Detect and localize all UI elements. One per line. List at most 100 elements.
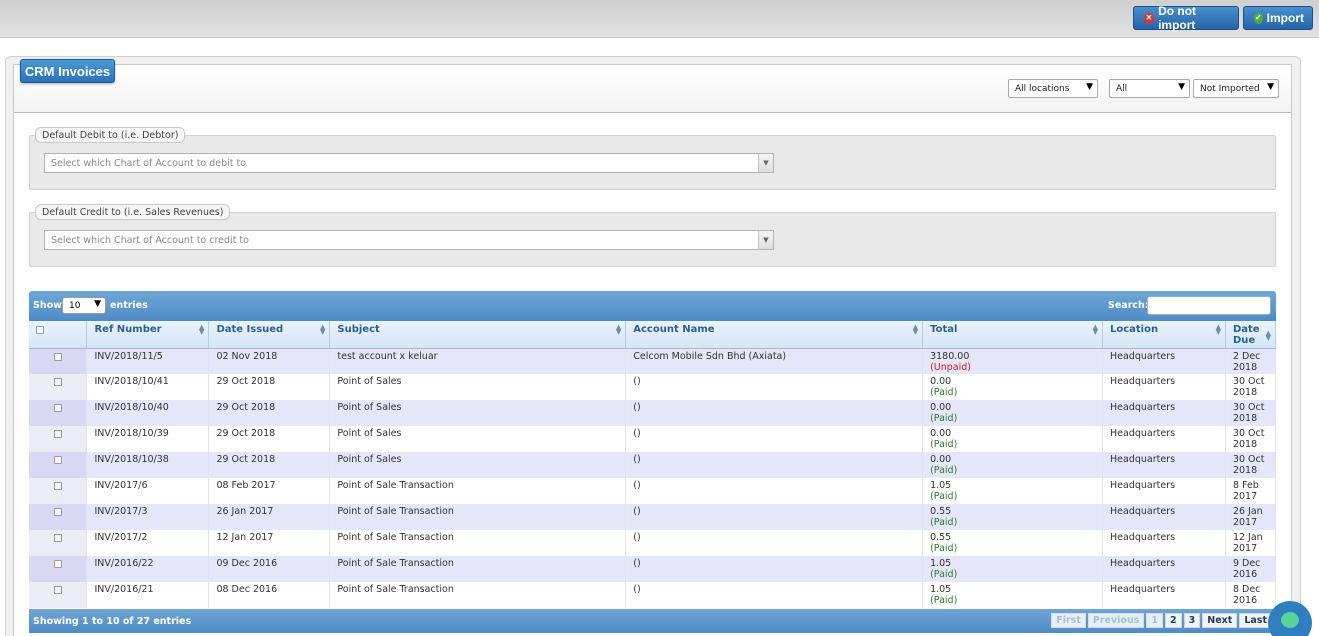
row-checkbox[interactable]: [53, 482, 62, 490]
table-row[interactable]: INV/2017/3 26 Jan 2017 Point of Sale Trans…: [29, 504, 1277, 530]
total-cell: 1.05 (Paid): [922, 582, 1103, 608]
row-checkbox[interactable]: [53, 404, 62, 412]
location-filter-select[interactable]: All locations ▼: [1008, 79, 1098, 98]
sort-icon: ▲ ▼: [199, 323, 205, 336]
pager-next[interactable]: Next: [1202, 613, 1238, 628]
date-issued-cell: 09 Dec 2016: [208, 556, 331, 582]
table-row[interactable]: INV/2016/22 09 Dec 2016 Point of Sale Tran…: [29, 556, 1277, 582]
pager-page-1[interactable]: 1: [1146, 613, 1163, 628]
col-location-label: Location: [1109, 324, 1159, 335]
row-checkbox[interactable]: [53, 430, 62, 438]
select-all-checkbox[interactable]: [36, 326, 44, 334]
import-state-filter-select[interactable]: Not Imported ▼: [1193, 79, 1279, 98]
subject-cell: Point of Sales: [329, 452, 627, 478]
row-select-cell: [29, 374, 88, 400]
date-due-day: 8 Feb: [1232, 480, 1259, 491]
date-due-day: 2 Dec: [1232, 350, 1261, 362]
row-select-cell: [29, 348, 88, 374]
col-subject[interactable]: Subject ▲ ▼: [329, 321, 627, 349]
import-button[interactable]: ✓ Import: [1243, 6, 1313, 30]
search-label: Search:: [1108, 300, 1149, 311]
date-due-cell: 8 Dec 2016: [1225, 582, 1277, 608]
pager-first[interactable]: First: [1051, 613, 1086, 628]
location-cell: Headquarters: [1102, 400, 1226, 426]
ref-number-cell: INV/2018/11/5: [86, 348, 210, 374]
table-row[interactable]: INV/2017/6 08 Feb 2017 Point of Sale Trans…: [29, 478, 1277, 504]
date-issued-cell: 26 Jan 2017: [208, 504, 331, 530]
location-cell: Headquarters: [1102, 504, 1226, 530]
date-due-day: 30 Oct: [1232, 376, 1265, 387]
pager-page-2[interactable]: 2: [1165, 613, 1182, 628]
location-cell: Headquarters: [1102, 556, 1226, 582]
table-row[interactable]: INV/2018/10/41 29 Oct 2018 Point of Sales(…: [29, 374, 1277, 400]
chat-button[interactable]: [1268, 601, 1312, 636]
table-row[interactable]: INV/2018/10/38 29 Oct 2018 Point of Sales(…: [29, 452, 1277, 478]
row-checkbox[interactable]: [53, 586, 62, 594]
row-checkbox[interactable]: [53, 352, 62, 361]
subject-cell: Point of Sale Transaction: [329, 504, 627, 530]
date-due-cell: 26 Jan 2017: [1225, 504, 1277, 530]
table-row[interactable]: INV/2018/10/40 29 Oct 2018 Point of Sales(…: [29, 400, 1277, 426]
ref-number-cell: INV/2016/22: [86, 556, 210, 582]
payment-status: (Paid): [930, 491, 958, 502]
debit-account-select[interactable]: Select which Chart of Account to debit t…: [44, 153, 774, 173]
date-due-year: 2017: [1232, 491, 1258, 502]
location-filter-value: All locations: [1015, 83, 1070, 94]
credit-account-select[interactable]: Select which Chart of Account to credit …: [44, 230, 774, 250]
dropdown-arrow-icon: ▼: [758, 231, 773, 249]
date-due-year: 2017: [1232, 517, 1258, 528]
total-cell: 1.05 (Paid): [922, 478, 1103, 504]
table-row[interactable]: INV/2017/2 12 Jan 2017 Point of Sale Trans…: [29, 530, 1277, 556]
location-cell: Headquarters: [1102, 582, 1226, 608]
account-name-cell: (): [625, 530, 924, 556]
col-account-name[interactable]: Account Name ▲ ▼: [625, 321, 924, 349]
ref-number-cell: INV/2018/10/41: [86, 374, 210, 400]
search-input[interactable]: [1147, 296, 1271, 315]
ref-number-cell: INV/2017/3: [86, 504, 210, 530]
table-row[interactable]: INV/2018/10/39 29 Oct 2018 Point of Sales(…: [29, 426, 1277, 452]
date-due-year: 2018: [1232, 413, 1258, 424]
do-not-import-button[interactable]: ✕ Do not import: [1133, 4, 1239, 32]
account-name-cell: (): [625, 582, 924, 608]
table-row[interactable]: INV/2016/21 08 Dec 2016 Point of Sale Tran…: [29, 582, 1277, 608]
row-checkbox[interactable]: [53, 378, 62, 386]
row-checkbox[interactable]: [53, 534, 62, 542]
entries-select[interactable]: 10 ▼: [62, 297, 106, 314]
total-amount: 0.55: [930, 506, 952, 517]
date-issued-cell: 29 Oct 2018: [208, 426, 331, 452]
col-date-due[interactable]: Date Due ▲ ▼: [1225, 321, 1277, 349]
table-row[interactable]: INV/2018/11/5 02 Nov 2018 test account x k…: [29, 348, 1277, 374]
col-date-issued[interactable]: Date Issued ▲ ▼: [208, 321, 331, 349]
status-filter-select[interactable]: All ▼: [1109, 79, 1190, 98]
ref-number-cell: INV/2017/2: [86, 530, 210, 556]
pager-previous[interactable]: Previous: [1087, 613, 1145, 628]
date-issued-cell: 29 Oct 2018: [208, 400, 331, 426]
col-total[interactable]: Total ▲ ▼: [922, 321, 1103, 349]
col-location[interactable]: Location ▲ ▼: [1102, 321, 1226, 349]
sort-icon: ▲ ▼: [320, 323, 326, 336]
date-due-day: 30 Oct: [1232, 428, 1265, 439]
col-date-issued-label: Date Issued: [216, 324, 284, 335]
top-toolbar: ✕ Do not import ✓ Import: [0, 0, 1319, 38]
subject-cell: Point of Sales: [329, 426, 627, 452]
col-ref-number[interactable]: Ref Number ▲ ▼: [86, 321, 210, 349]
subject-cell: Point of Sales: [329, 374, 627, 400]
total-amount: 0.00: [930, 454, 952, 465]
debit-legend: Default Debit to (i.e. Debtor): [35, 127, 186, 143]
date-due-year: 2017: [1232, 543, 1258, 554]
col-subject-label: Subject: [337, 324, 380, 335]
total-amount: 1.05: [930, 584, 952, 595]
date-issued-cell: 29 Oct 2018: [208, 452, 331, 478]
date-due-cell: 12 Jan 2017: [1225, 530, 1277, 556]
subject-cell: test account x keluar: [329, 348, 627, 374]
pagination: First Previous 1 2 3 Next Last: [1051, 613, 1272, 628]
pager-page-3[interactable]: 3: [1183, 613, 1201, 628]
payment-status: (Paid): [930, 439, 958, 450]
table-footer: Showing 1 to 10 of 27 entries First Prev…: [29, 609, 1276, 633]
total-amount: 3180.00: [930, 350, 970, 362]
row-checkbox[interactable]: [53, 560, 62, 568]
payment-status: (Paid): [930, 413, 958, 424]
account-name-cell: (): [625, 556, 924, 582]
row-checkbox[interactable]: [53, 508, 62, 516]
row-checkbox[interactable]: [53, 456, 62, 464]
